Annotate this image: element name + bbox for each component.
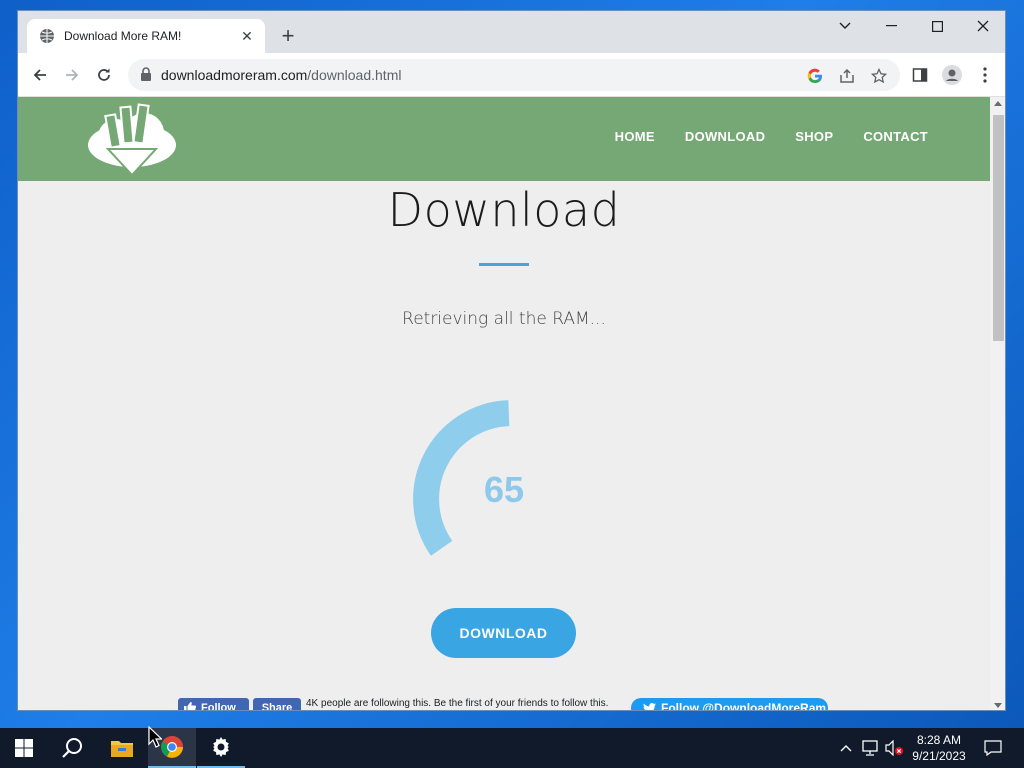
tab-title: Download More RAM! [64,29,182,43]
tab-search-chevron-icon[interactable] [822,11,868,41]
search-icon[interactable] [48,728,96,768]
back-button[interactable] [28,63,52,87]
heading-divider [479,263,529,266]
bookmark-star-icon[interactable] [868,65,890,87]
close-window-button[interactable] [960,11,1005,41]
mouse-cursor-icon [148,726,162,748]
browser-toolbar: downloadmoreram.com/download.html [18,53,1005,97]
facebook-follow-button[interactable]: Follow [178,698,249,710]
page-scrollbar[interactable] [990,97,1005,710]
nav-contact-link[interactable]: CONTACT [863,129,928,144]
nav-shop-link[interactable]: SHOP [795,129,833,144]
page-viewport: HOME DOWNLOAD SHOP CONTACT Download Retr… [18,97,990,710]
download-button[interactable]: DOWNLOAD [431,608,576,658]
lock-icon[interactable] [140,67,154,83]
progress-value: 65 [483,469,525,510]
volume-muted-icon[interactable] [884,728,906,768]
side-panel-icon[interactable] [909,64,931,86]
windows-logo-icon [15,739,33,757]
browser-tab[interactable]: Download More RAM! ✕ [27,19,265,53]
scroll-down-arrow-icon[interactable] [994,703,1002,708]
new-tab-button[interactable]: + [276,23,300,48]
globe-icon [39,28,55,44]
nav-download-link[interactable]: DOWNLOAD [685,129,765,144]
settings-gear-icon[interactable] [197,728,245,768]
profile-avatar-icon[interactable] [941,64,963,86]
clock-time: 8:28 AM [916,733,962,747]
twitter-bird-icon [643,702,656,710]
tab-strip: Download More RAM! ✕ + [18,11,1005,53]
status-message: Retrieving all the RAM... [402,309,606,329]
browser-window: Download More RAM! ✕ + downloadmoreram.c… [17,10,1006,711]
site-header: HOME DOWNLOAD SHOP CONTACT [18,97,990,181]
close-tab-icon[interactable]: ✕ [239,28,255,44]
share-icon[interactable] [836,65,858,87]
maximize-button[interactable] [914,11,960,41]
site-logo[interactable] [86,101,178,179]
url-text[interactable]: downloadmoreram.com/download.html [161,67,401,83]
address-bar[interactable]: downloadmoreram.com/download.html [128,59,900,91]
google-translate-icon[interactable] [804,65,826,87]
facebook-follow-text: 4K people are following this. Be the fir… [306,698,609,709]
reload-button[interactable] [92,63,116,87]
start-button[interactable] [0,728,48,768]
page-title: Download [387,183,621,237]
twitter-follow-button[interactable]: Follow @DownloadMoreRam [631,698,828,710]
notification-center-icon[interactable] [978,728,1008,768]
site-nav: HOME DOWNLOAD SHOP CONTACT [615,129,928,144]
file-explorer-icon[interactable] [98,728,146,768]
facebook-share-button[interactable]: Share [253,698,301,710]
clock-date: 9/21/2023 [912,749,966,763]
thumbs-up-icon [184,702,196,710]
network-icon[interactable] [860,728,882,768]
minimize-button[interactable] [868,11,914,41]
nav-home-link[interactable]: HOME [615,129,655,144]
scroll-up-arrow-icon[interactable] [994,101,1002,106]
kebab-menu-icon[interactable] [974,64,996,86]
system-clock[interactable]: 8:28 AM 9/21/2023 [906,732,972,764]
scrollbar-thumb[interactable] [993,115,1004,341]
show-hidden-icons-chevron-icon[interactable] [836,728,856,768]
forward-button[interactable] [60,63,84,87]
